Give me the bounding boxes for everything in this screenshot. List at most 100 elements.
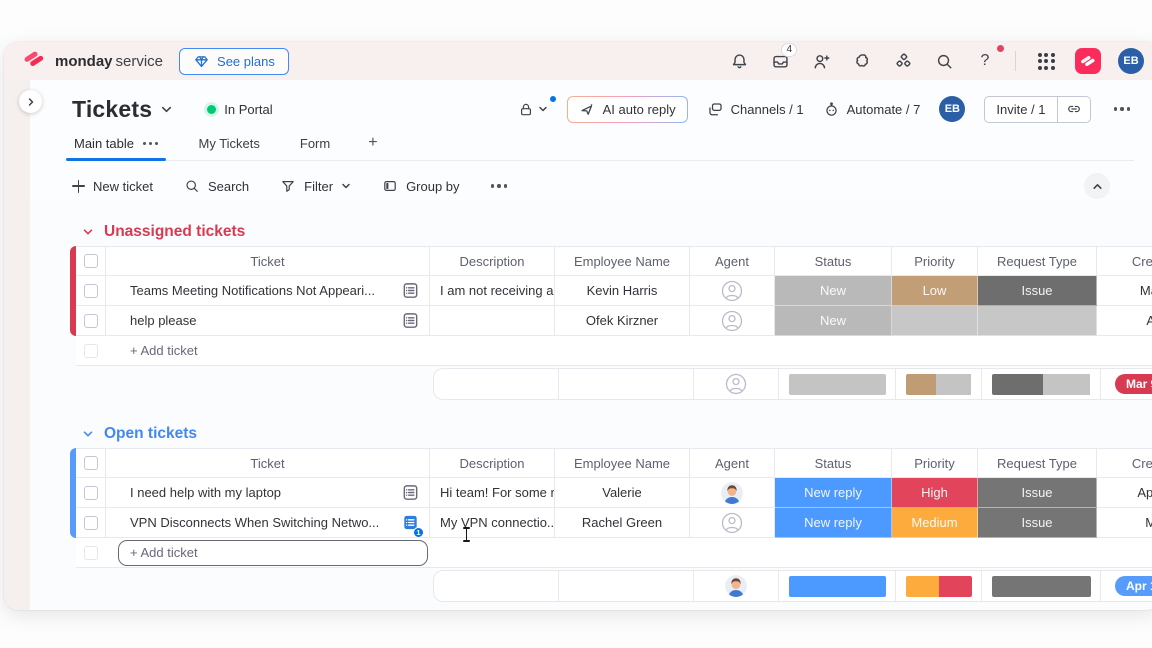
summary-request-cell[interactable] xyxy=(982,369,1101,399)
status-cell[interactable]: New reply xyxy=(775,478,892,508)
request-type-cell[interactable]: Issue xyxy=(978,478,1097,508)
creation-date-cell[interactable]: Apr 10 xyxy=(1097,478,1152,508)
status-cell[interactable]: New xyxy=(775,306,892,336)
column-header-description[interactable]: Description xyxy=(430,246,555,276)
collapsed-sidebar[interactable] xyxy=(4,80,30,610)
column-header-employee[interactable]: Employee Name xyxy=(555,246,690,276)
request-type-cell[interactable]: Issue xyxy=(978,276,1097,306)
summary-date-cell[interactable]: Mar 9 - xyxy=(1101,369,1152,399)
invite-members-icon[interactable] xyxy=(809,49,833,73)
automate-button[interactable]: Automate / 7 xyxy=(823,101,921,118)
summary-priority-cell[interactable] xyxy=(896,369,982,399)
request-type-cell[interactable] xyxy=(978,306,1097,336)
filter-button[interactable]: Filter xyxy=(280,178,351,194)
tab-menu-icon[interactable] xyxy=(143,142,159,146)
apps-marketplace-icon[interactable] xyxy=(850,49,874,73)
employee-cell[interactable]: Kevin Harris xyxy=(555,276,690,306)
priority-cell[interactable]: Low xyxy=(892,276,978,306)
sidebar-expand-button[interactable] xyxy=(19,90,42,113)
column-header-creation[interactable]: Creation xyxy=(1097,448,1152,478)
add-ticket-row[interactable]: + Add ticket xyxy=(76,538,1152,568)
see-plans-button[interactable]: See plans xyxy=(179,48,289,75)
column-header-agent[interactable]: Agent xyxy=(690,246,775,276)
column-header-ticket[interactable]: Ticket xyxy=(106,246,430,276)
priority-cell[interactable]: High xyxy=(892,478,978,508)
user-avatar[interactable]: EB xyxy=(1118,48,1144,74)
column-header-ticket[interactable]: Ticket xyxy=(106,448,430,478)
copy-link-icon[interactable] xyxy=(1058,101,1090,117)
open-item-icon-with-updates[interactable]: 1 xyxy=(401,513,420,535)
summary-status-cell[interactable] xyxy=(779,369,896,399)
employee-cell[interactable]: Ofek Kirzner xyxy=(555,306,690,336)
creation-date-cell[interactable]: Mar 9 xyxy=(1097,276,1152,306)
column-header-request-type[interactable]: Request Type xyxy=(978,246,1097,276)
employee-cell[interactable]: Rachel Green xyxy=(555,508,690,538)
priority-cell[interactable] xyxy=(892,306,978,336)
description-cell[interactable]: Hi team! For some r... xyxy=(430,478,555,508)
column-header-agent[interactable]: Agent xyxy=(690,448,775,478)
column-header-creation[interactable]: Creation xyxy=(1097,246,1152,276)
column-header-employee[interactable]: Employee Name xyxy=(555,448,690,478)
column-header-status[interactable]: Status xyxy=(775,246,892,276)
monday-app-badge-icon[interactable] xyxy=(1075,48,1101,74)
column-header-request-type[interactable]: Request Type xyxy=(978,448,1097,478)
row-checkbox[interactable] xyxy=(84,314,98,328)
products-switcher-icon[interactable] xyxy=(891,49,915,73)
app-grid-icon[interactable] xyxy=(1034,49,1058,73)
group-header-unassigned[interactable]: Unassigned tickets xyxy=(82,223,1152,241)
row-checkbox[interactable] xyxy=(84,516,98,530)
agent-cell[interactable] xyxy=(690,478,775,508)
group-collapse-chevron-icon[interactable] xyxy=(82,428,94,440)
new-ticket-button[interactable]: New ticket xyxy=(72,179,153,194)
column-header-priority[interactable]: Priority xyxy=(892,246,978,276)
ticket-cell[interactable]: I need help with my laptop xyxy=(106,478,430,508)
creation-date-cell[interactable]: Apr xyxy=(1097,306,1152,336)
status-cell[interactable]: New xyxy=(775,276,892,306)
row-checkbox[interactable] xyxy=(84,284,98,298)
add-ticket-label[interactable]: + Add ticket xyxy=(106,336,1152,365)
column-header-priority[interactable]: Priority xyxy=(892,448,978,478)
search-icon[interactable] xyxy=(932,49,956,73)
summary-date-cell[interactable]: Apr 10 - xyxy=(1101,571,1152,601)
group-header-open[interactable]: Open tickets xyxy=(82,425,1152,443)
add-ticket-label[interactable]: + Add ticket xyxy=(106,538,1152,567)
open-item-icon[interactable] xyxy=(401,483,420,502)
ticket-cell[interactable]: help please xyxy=(106,306,430,336)
invite-button[interactable]: Invite / 1 xyxy=(984,96,1090,123)
channels-button[interactable]: Channels / 1 xyxy=(707,101,804,118)
portal-status[interactable]: In Portal xyxy=(207,102,272,117)
agent-cell[interactable] xyxy=(690,276,775,306)
creation-date-cell[interactable]: Mar xyxy=(1097,508,1152,538)
help-icon[interactable]: ? xyxy=(973,49,997,73)
description-cell[interactable]: My VPN connectio... xyxy=(430,508,555,538)
tab-form[interactable]: Form xyxy=(298,136,332,160)
board-member-avatar[interactable]: EB xyxy=(939,96,965,122)
row-checkbox[interactable] xyxy=(84,486,98,500)
ticket-cell[interactable]: VPN Disconnects When Switching Netwo... … xyxy=(106,508,430,538)
employee-cell[interactable]: Valerie xyxy=(555,478,690,508)
board-title-chevron-icon[interactable] xyxy=(160,103,173,116)
summary-priority-cell[interactable] xyxy=(896,571,982,601)
summary-request-cell[interactable] xyxy=(982,571,1101,601)
table-row[interactable]: VPN Disconnects When Switching Netwo... … xyxy=(76,508,1152,538)
group-collapse-chevron-icon[interactable] xyxy=(82,226,94,238)
select-all-checkbox[interactable] xyxy=(84,456,98,470)
agent-cell[interactable] xyxy=(690,306,775,336)
table-row[interactable]: Teams Meeting Notifications Not Appeari.… xyxy=(76,276,1152,306)
agent-cell[interactable] xyxy=(690,508,775,538)
board-menu-button[interactable] xyxy=(1110,103,1135,115)
tab-main-table[interactable]: Main table xyxy=(72,136,160,160)
board-permissions-button[interactable] xyxy=(518,101,548,118)
column-header-description[interactable]: Description xyxy=(430,448,555,478)
add-ticket-row[interactable]: + Add ticket xyxy=(76,336,1152,366)
select-all-checkbox[interactable] xyxy=(84,254,98,268)
status-cell[interactable]: New reply xyxy=(775,508,892,538)
request-type-cell[interactable]: Issue xyxy=(978,508,1097,538)
add-view-button[interactable]: + xyxy=(368,134,377,160)
description-cell[interactable] xyxy=(430,306,555,336)
inbox-tray-icon[interactable]: 4 xyxy=(768,49,792,73)
group-by-button[interactable]: Group by xyxy=(382,178,459,194)
table-row[interactable]: help please Ofek Kirzner New Apr xyxy=(76,306,1152,336)
table-row[interactable]: I need help with my laptop Hi team! For … xyxy=(76,478,1152,508)
search-button[interactable]: Search xyxy=(184,178,249,194)
